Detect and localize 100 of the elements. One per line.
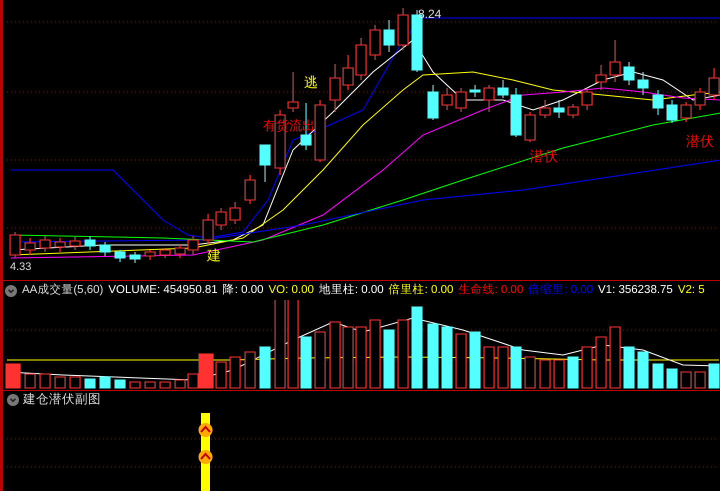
indicator-reading: 地里柱: 0.00 [318,282,384,298]
panel-title: 建仓潜伏副图 [23,391,101,408]
volume-bar [652,364,664,388]
volume-bar [484,346,494,388]
candlestick [70,236,80,250]
candlestick [330,64,340,112]
low-price-label: 4.33 [10,260,32,275]
volume-bar [666,368,678,388]
volume-bar [160,382,170,388]
candlestick [84,236,96,250]
candlestick [610,40,620,82]
candlestick [356,38,366,80]
indicator-reading: 降: 0.00 [222,282,264,298]
candlestick [202,214,214,244]
volume-bar [428,324,438,388]
candlestick [524,112,536,142]
volume-bar [596,336,606,388]
volume-bar [524,356,536,388]
candlestick [100,242,110,256]
candlestick [24,238,36,256]
volume-bar [230,356,240,388]
indicator-reading: V1: 356238.75 [598,282,673,298]
candlestick [442,88,452,110]
candlestick [484,84,494,112]
candlestick [554,100,564,118]
volume-bar [130,382,140,388]
candlestick [114,250,126,262]
candlestick [288,72,298,112]
volume-bar [442,326,452,388]
candlestick [160,248,170,258]
volume-bar [114,380,126,388]
volume-bar [624,346,634,388]
volume-bar [24,374,36,388]
volume-bar [610,326,620,388]
candlestick [540,100,550,118]
volume-bar [384,330,394,388]
indicator-reading: 倍缩里: 0.00 [528,282,594,298]
candlestick [384,20,394,52]
candlestick [370,24,380,60]
indicator-reading: 生命线: 0.00 [458,282,524,298]
volume-bar [498,346,508,388]
candlestick [680,102,692,122]
candlestick [130,252,140,264]
candlestick [342,54,354,90]
candlestick [498,80,508,98]
volume-bar [244,352,256,388]
candlestick [652,90,664,116]
candlestick [216,208,226,230]
volume-bar [708,364,720,388]
volume-bar [330,322,340,388]
candlestick [144,250,156,260]
volume-bar [54,376,66,388]
volume-bar [84,378,96,388]
volume-bar [100,376,110,388]
volume-bar [694,372,706,388]
candlestick [40,236,50,252]
candlestick [568,104,578,118]
candlestick [624,62,634,86]
volume-bar [216,362,226,388]
signal-label: 建 [207,246,221,265]
indicator-reading: VOLUME: 454950.81 [108,282,218,298]
volume-bar [470,332,480,388]
up-chevron-icon [198,450,212,464]
volume-bar [398,320,408,388]
candlestick [260,144,270,182]
collapse-icon[interactable] [5,284,17,296]
candlestick [596,64,606,90]
candlestick [510,88,522,138]
high-price-label: 8.24 [418,6,442,23]
volume-bar [356,326,366,388]
indicator-reading: VO: 0.00 [268,282,314,298]
signal-label: 潜伏 [686,132,714,151]
candlestick [582,88,592,110]
volume-bar [6,364,20,388]
volume-bar [370,320,380,388]
candlestick [174,244,186,258]
candlestick [10,232,20,258]
candlestick [188,236,198,256]
indicator-reading: V2: 5 [678,282,705,298]
volume-bar [144,382,156,388]
volume-bar [638,352,648,388]
candlestick [428,84,438,120]
volume-bar [314,332,326,388]
candlestick [314,100,326,162]
volume-bar [40,374,50,388]
candlestick [666,100,678,124]
volume-bar [540,360,550,388]
candlestick [470,84,480,98]
indicator-reading: 倍里柱: 0.00 [388,282,454,298]
volume-bar [510,346,522,388]
candlestick [638,72,648,96]
volume-bar [568,356,578,388]
candlestick [694,88,706,110]
panel-title: AA成交量(5,60) [22,282,104,298]
candlestick [456,88,466,112]
candlestick [398,8,408,50]
candlestick [244,174,256,204]
volume-bar [174,380,186,388]
collapse-icon[interactable] [7,394,19,406]
volume-bar [70,376,80,388]
